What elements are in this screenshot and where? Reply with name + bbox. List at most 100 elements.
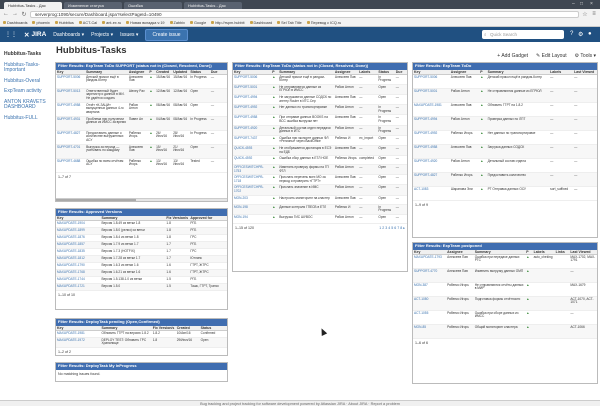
issue-key-link[interactable]: MON-85 (413, 324, 447, 339)
issue-key-link[interactable]: SUPPORT-4701 (56, 144, 86, 159)
table-row[interactable]: SUPPORT-5001 ▲ Не отправляются данные из Е… (233, 84, 407, 95)
sidebar-item-overal[interactable]: Hubbitus-Overal (4, 78, 50, 85)
bookmark[interactable]: Zabbix (169, 21, 185, 25)
menu-icon[interactable]: ≡ (591, 11, 597, 17)
issue-key-link[interactable]: OFFICESWITCHPB-1753 (233, 164, 272, 176)
pagination[interactable]: 1 2 3 4 5 6 7 8 ▸ (379, 226, 405, 230)
table-row[interactable]: MAXUPDATE-1744 Версия 1.5.138.1.0 из ветк… (56, 276, 227, 284)
table-row[interactable]: SUPPORT-4688 Ошибка по всем отчётам АСУ Ря… (56, 158, 227, 173)
table-row[interactable]: SUPPORT-4992 ▲ Нет данных по транспортиров… (233, 104, 407, 116)
issue-key-link[interactable]: SUPPORT-5006 (413, 74, 450, 89)
table-row[interactable]: MON-387 Рябенко Игорь Не отправляются отчё… (413, 282, 597, 297)
table-row[interactable]: SUPPORT-4958 ▲ При отправке данных BOOKS н… (233, 114, 407, 126)
issue-key-link[interactable]: OFFICESWITCHPB-1702 (233, 184, 272, 196)
forward-icon[interactable]: → (12, 11, 18, 17)
issue-key-link[interactable]: MON-387 (413, 282, 447, 297)
table-row[interactable]: SUPPORT-5013 Ответственный будет зарегист… (56, 88, 227, 103)
issue-key-link[interactable]: SUPPORT-4770 (413, 268, 447, 283)
issue-key-link[interactable]: MAXUPDATE-1793 (413, 254, 447, 269)
table-row[interactable]: SUPPORT-5006 Детский прикол ещё в рандом-… (56, 74, 227, 89)
app-switcher-icon[interactable]: ⋮⋮ (5, 31, 17, 38)
table-row[interactable]: SUPPORT-4770 Алексеев Пав Изменить выгрузк… (413, 268, 597, 283)
issue-key-link[interactable]: ACT-1055 (413, 310, 447, 325)
table-row[interactable]: MAXUPDATE-1835 Версия 1.7.3 (HOTFIX) 1.7 ГР… (56, 248, 227, 256)
create-issue-button[interactable]: Create issue (145, 28, 188, 41)
help-icon[interactable]: ? (570, 31, 573, 37)
issue-key-link[interactable]: MON-194 (233, 214, 272, 224)
table-row[interactable]: SUPPORT-5006 ▲ Детский прикол ещё в рандом… (233, 74, 407, 85)
settings-icon[interactable]: ⚙ (578, 31, 583, 38)
table-row[interactable]: SUPPORT-4931 Проблема при получении данны… (56, 116, 227, 131)
issue-key-link[interactable]: SUPPORT-4920 (233, 125, 272, 136)
table-row[interactable]: QUICK-4592 ▲ Ошибка сбор данных в ЕТЛ НОЕ Р… (233, 155, 407, 166)
issue-key-link[interactable]: MAXUPDATE-1981 (413, 102, 450, 117)
issue-key-link[interactable]: MAXUPDATE-1768 (56, 269, 101, 277)
table-row[interactable]: MON-85 Рябенко Игорь Общий мониторинг клас… (413, 324, 597, 339)
issue-key-link[interactable]: SUPPORT-4920 (413, 158, 450, 173)
reload-icon[interactable]: ↻ (21, 11, 27, 18)
issue-key-link[interactable]: SUPPORT-4688 (56, 158, 86, 173)
issue-key-link[interactable]: MAXUPDATE-1812 (56, 255, 101, 263)
issue-key-link[interactable]: SUPPORT-4992 (233, 104, 272, 116)
issue-key-link[interactable]: MON-203 (233, 195, 272, 205)
minimize-icon[interactable]: – (572, 1, 575, 7)
nav-projects[interactable]: Projects ▾ (91, 32, 113, 38)
issue-key-link[interactable]: MAXUPDATE-1857 (56, 241, 101, 249)
sidebar-item-full[interactable]: Hubbitus-FULL (4, 115, 50, 122)
table-row[interactable]: SUPPORT-4920 Рябов Антон ▲ Детальный состав… (413, 158, 597, 173)
issue-key-link[interactable]: SUPPORT-4827 (56, 130, 86, 145)
sidebar-item-anton-kravets[interactable]: ANTON KRAVETS DASHBOARD (4, 99, 50, 111)
table-row[interactable]: MAXUPDATE-1793 Алексеев Пав Ошибка при пер… (413, 254, 597, 269)
horizontal-scrollbar[interactable] (56, 198, 227, 201)
close-icon[interactable]: × (590, 1, 593, 7)
issue-key-link[interactable]: OFFICESWITCHPB-1718 (233, 174, 272, 186)
issue-key-link[interactable]: SUPPORT-4958 (56, 102, 86, 117)
table-row[interactable]: MON-194 ▲ Выгрузка ГИС ШУВОС Рябов Антон — Op… (233, 214, 407, 224)
bookmark[interactable]: Sel Tab Title (277, 21, 302, 25)
issue-key-link[interactable]: SUPPORT-7437 (233, 135, 272, 146)
col-header[interactable]: Fix Version/s (165, 215, 190, 221)
col-header[interactable]: Last Viewed (573, 69, 597, 75)
sidebar-item-expteam-activity[interactable]: ExpTeam activity (4, 88, 50, 95)
browser-tab[interactable]: Hubbitus-Tasks - Дас (4, 2, 62, 9)
browser-tab[interactable]: Изменение статуса (64, 2, 122, 9)
bookmark[interactable]: http://rspm.hubbit (211, 21, 245, 25)
issue-key-link[interactable]: SUPPORT-5006 (233, 74, 272, 85)
table-row[interactable]: MAXUPDATE-1981 Алексеев Пав ▲ Обновить ГТРТ… (413, 102, 597, 117)
issue-key-link[interactable]: QUICK-4592 (233, 155, 272, 166)
star-icon[interactable]: ☆ (582, 11, 588, 18)
bookmark[interactable]: ant-ex.ru (102, 21, 121, 25)
bookmark[interactable]: phoenix (32, 21, 50, 25)
browser-tab[interactable]: Ошибка (124, 2, 182, 9)
issue-key-link[interactable]: SUPPORT-4992 (413, 130, 450, 145)
bookmark[interactable]: Dashboards (3, 21, 27, 25)
table-row[interactable]: ACT-1055 Рябенко Игорь Ошибка при сборе да… (413, 310, 597, 325)
table-row[interactable]: SUPPORT-4994 Рябов Антон ▲ Проверка данных … (413, 116, 597, 131)
issue-key-link[interactable]: SUPPORT-5006 (56, 74, 86, 89)
nav-issues[interactable]: Issues ▾ (120, 32, 138, 38)
url-input[interactable]: serverprog:1090/secure/Dashboard.jspa?se… (30, 10, 579, 18)
table-row[interactable]: MAXUPDATE-1972 DEPLOY TEST: Обновить ГРС … (56, 337, 227, 348)
issue-key-link[interactable]: MAXUPDATE-1835 (56, 248, 101, 256)
quick-search-input[interactable]: ⌕ Quick Search (482, 30, 564, 39)
table-row[interactable]: SUPPORT-4827 Рябенко Игорь ▲ Предоставить к… (413, 172, 597, 187)
table-row[interactable]: MON-203 ▲ Настроить мониторинг на кластер А… (233, 195, 407, 205)
table-row[interactable]: SUPPORT-4992 Рябенко Игорь ▲ Нет данных по … (413, 130, 597, 145)
edit-layout-button[interactable]: ✎ Edit Layout (536, 53, 567, 59)
issue-key-link[interactable]: SUPPORT-4958 (413, 144, 450, 159)
table-row[interactable]: QUICK-4593 ▲ Не отображается дистанция в Е… (233, 145, 407, 157)
table-row[interactable]: SUPPORT-7437 ▲ Ошибка при экспорте данных … (233, 135, 407, 146)
table-row[interactable]: SUPPORT-4920 ▲ Детальный состав отдел пере… (233, 125, 407, 136)
table-row[interactable]: OFFICESWITCHPB-1718 ▲ Прислать перечень вс… (233, 174, 407, 186)
bookmark[interactable]: Перевод с ICQ.ru (306, 21, 341, 25)
issue-key-link[interactable]: MAXUPDATE-1876 (56, 234, 101, 242)
bookmark[interactable]: Dashboard (249, 21, 272, 25)
table-row[interactable]: MAXUPDATE-1721 Версия 1.5.0 1.5 Ташк, ГТРТ,… (56, 283, 227, 291)
issue-key-link[interactable]: MON-198 (233, 204, 272, 215)
table-row[interactable]: MAXUPDATE-1812 Версия 1.7.28 из ветки 1.7… (56, 255, 227, 263)
table-row[interactable]: MAXUPDATE-1904 Версия 1.8.49 из ветки 1.8… (56, 220, 227, 228)
issue-key-link[interactable]: SUPPORT-5001 (413, 88, 450, 103)
issue-key-link[interactable]: MAXUPDATE-1721 (56, 283, 101, 291)
table-row[interactable]: ACT-1080 Рябенко Игорь Подготовка формы от… (413, 296, 597, 311)
jira-logo[interactable]: ✕ JIRA (24, 31, 46, 39)
